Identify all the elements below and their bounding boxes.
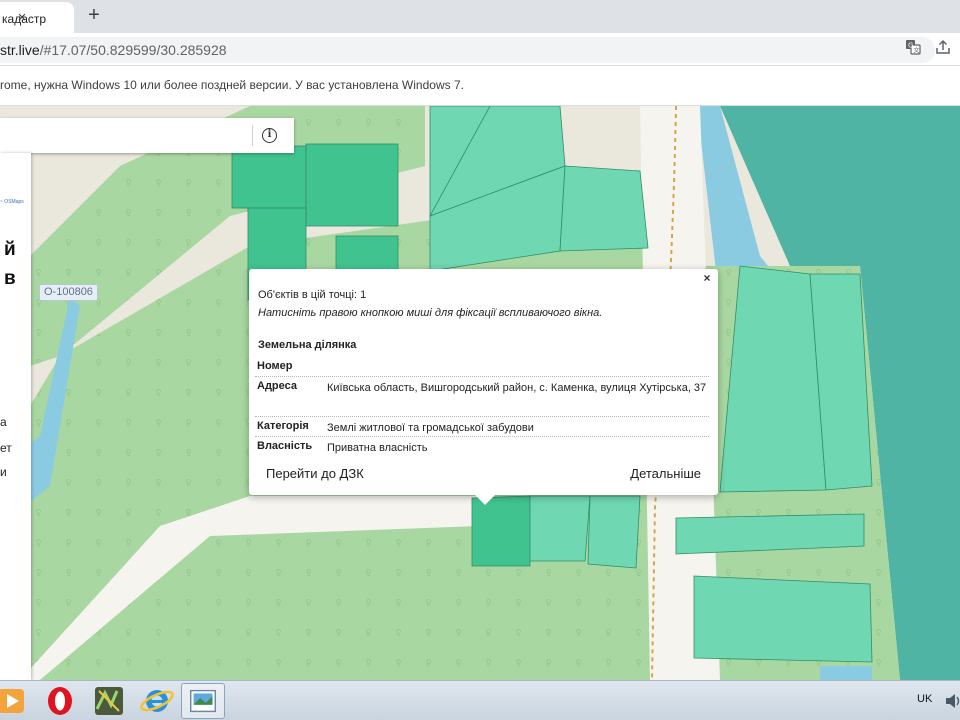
row-value: Приватна власність [327,442,428,454]
parcel[interactable] [559,165,649,252]
row-number: Номер [255,357,709,377]
browser-toolbar: str.live/#17.07/50.829599/30.285928 G 文 [0,33,960,66]
winamp-icon[interactable] [87,683,131,719]
popup-tip [475,495,495,505]
side-panel: ~ OSMaps й в а ет и [0,153,31,680]
infobar-message: rome, нужна Windows 10 или более поздней… [0,78,464,92]
parcel[interactable] [305,143,399,227]
address-bar[interactable]: str.live/#17.07/50.829599/30.285928 [0,37,935,63]
parcel[interactable] [231,145,307,209]
tab-close-icon[interactable]: × [14,10,30,26]
map-search-box: i [0,118,294,153]
row-category: Категорія Землі житлової та громадської … [255,417,709,437]
url-path: /#17.07/50.829599/30.285928 [39,42,227,58]
search-separator [252,125,253,146]
section-title: Земельна ділянка [258,339,357,351]
side-panel-heading-line-1: й [4,239,16,260]
share-icon[interactable] [935,39,951,55]
pond [820,666,872,680]
row-value: Землі житлової та громадської забудови [327,422,534,434]
new-tab-button[interactable]: + [84,5,104,25]
photo-viewer-icon [190,689,216,713]
language-indicator[interactable]: UK [917,693,932,705]
taskbar: UK [0,680,960,720]
internet-explorer-icon[interactable] [135,683,179,719]
parcel[interactable] [693,575,873,663]
tab-strip: кадастр × + [0,0,960,33]
volume-icon[interactable] [944,691,960,711]
side-panel-heading-line-2: в [4,268,16,289]
details-link[interactable]: Детальніше [630,466,701,481]
translate-icon[interactable]: G 文 [905,39,921,55]
info-icon[interactable]: i [262,128,277,143]
row-key: Адреса [257,380,297,392]
browser-tab[interactable]: кадастр × [0,2,74,33]
objects-count: Об'єктів в цій точці: 1 [258,289,367,301]
parcel-popup: × Об'єктів в цій точці: 1 Натисніть прав… [249,269,718,505]
row-key: Категорія [257,420,309,432]
row-address: Адреса Київська область, Вишгородський р… [255,377,709,417]
svg-text:文: 文 [914,47,920,55]
popup-hint: Натисніть правою кнопкою миші для фіксац… [258,307,603,319]
map-search-input[interactable] [0,118,252,153]
url-text: str.live/#17.07/50.829599/30.285928 [0,42,227,58]
popup-close-icon[interactable]: × [701,272,713,284]
row-ownership: Власність Приватна власність [255,437,709,457]
cadastral-map[interactable]: ჹ [0,106,960,680]
road-label: О-100806 [39,284,98,301]
parcel[interactable] [529,495,591,562]
goto-dzk-link[interactable]: Перейти до ДЗК [266,466,364,481]
media-player-icon[interactable] [0,683,34,719]
parcel[interactable] [335,235,399,271]
browser-infobar: rome, нужна Windows 10 или более поздней… [0,66,960,106]
parcel[interactable] [587,495,641,569]
side-panel-text-line-2: ет [0,441,12,455]
opera-icon[interactable] [38,683,82,719]
row-value: Київська область, Вишгородський район, с… [327,382,707,394]
row-key: Номер [257,360,293,372]
url-host: str.live [0,42,40,58]
photo-viewer-task[interactable] [181,683,225,719]
side-panel-text-line-3: и [0,465,7,479]
selected-parcel[interactable] [471,495,531,567]
row-key: Власність [257,440,313,452]
side-panel-logo-text: ~ OSMaps [0,199,24,205]
side-panel-text-line-1: а [0,415,7,429]
